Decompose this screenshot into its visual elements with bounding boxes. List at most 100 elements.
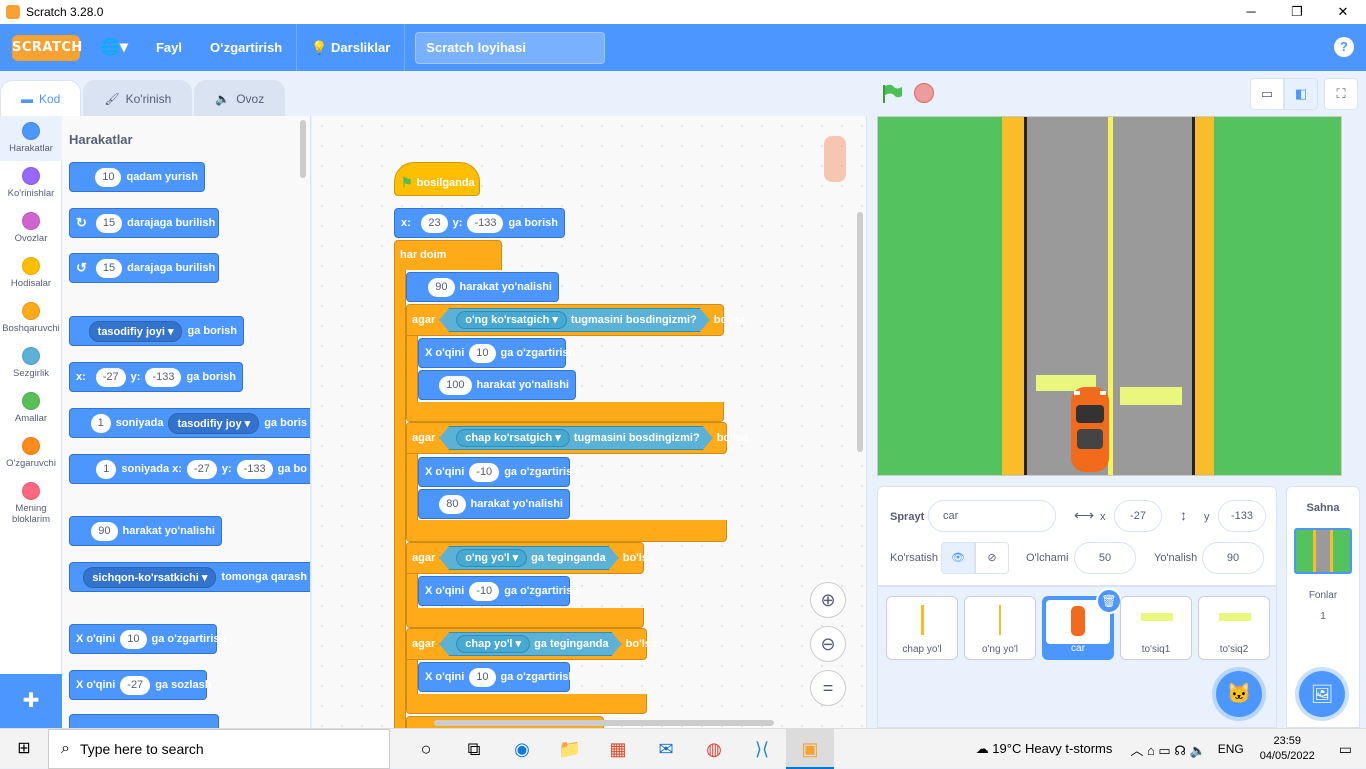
- category-sensing[interactable]: Sezgirlik: [0, 341, 62, 386]
- block-dropdown[interactable]: tasodifiy joyi ▾: [88, 320, 183, 342]
- go-to-block[interactable]: tasodifiy joyi ▾ ga borish: [69, 316, 244, 346]
- file-menu[interactable]: Fayl: [142, 24, 196, 71]
- mail-icon[interactable]: ✉: [642, 729, 690, 769]
- block-input[interactable]: 15: [95, 213, 123, 233]
- point-direction-block[interactable]: 80 harakat yo'nalishi: [418, 489, 570, 519]
- block-input[interactable]: -10: [469, 462, 500, 482]
- key-dropdown[interactable]: o'ng ko'rsatgich ▾: [456, 311, 567, 329]
- change-x-block[interactable]: X o'qini 10 ga o'zgartirish: [69, 624, 226, 654]
- direction-input[interactable]: 90: [1202, 542, 1264, 574]
- workspace-horizontal-scrollbar[interactable]: [434, 720, 774, 726]
- glide-xy-block[interactable]: 1 soniyada x: -27 y: -133 ga bo: [69, 454, 310, 484]
- size-input[interactable]: 50: [1074, 542, 1136, 574]
- category-motion[interactable]: Harakatlar: [0, 116, 62, 161]
- set-x-block[interactable]: X o'qini -27 ga sozlash: [69, 670, 211, 700]
- show-eye-icon[interactable]: 👁: [941, 542, 975, 574]
- minimize-button[interactable]: ─: [1228, 0, 1274, 24]
- sprite-thumb-car[interactable]: car 🗑: [1042, 588, 1122, 660]
- block-input[interactable]: -27: [95, 367, 126, 387]
- glide-block[interactable]: 1 soniyada tasodifiy joy ▾ ga boris: [69, 408, 310, 438]
- point-direction-block[interactable]: 100 harakat yo'nalishi: [418, 370, 576, 400]
- add-backdrop-icon[interactable]: 🖼: [1299, 671, 1345, 717]
- zoom-reset-icon[interactable]: =: [810, 670, 846, 706]
- key-pressed-sensor[interactable]: o'ng ko'rsatgich ▾ tugmasini bosdingizmi?: [439, 308, 710, 332]
- touching-sensor[interactable]: o'ng yo'l ▾ ga teginganda: [439, 546, 618, 570]
- script-workspace[interactable]: ⚑ bosilganda x: 23 y: -133 ga borish har doim…: [312, 116, 867, 728]
- category-sound[interactable]: Ovozlar: [0, 206, 62, 251]
- store-icon[interactable]: ▦: [594, 729, 642, 769]
- workspace-vertical-scrollbar[interactable]: [857, 212, 863, 452]
- change-x-block[interactable]: X o'qini -10 ga o'zgartirish: [418, 576, 579, 606]
- block-input[interactable]: 23: [421, 213, 448, 233]
- chrome-icon[interactable]: ◍: [690, 729, 738, 769]
- block-input[interactable]: -133: [145, 367, 182, 387]
- sprite-thumb-chap-yol[interactable]: chap yo'l: [886, 596, 958, 660]
- add-extension-icon[interactable]: ✚: [0, 674, 62, 728]
- help-icon[interactable]: ?: [1334, 37, 1354, 57]
- hide-eye-icon[interactable]: ⊘: [975, 542, 1009, 574]
- sprite-name-input[interactable]: car: [928, 500, 1056, 532]
- block-input[interactable]: 10: [95, 167, 122, 187]
- block-input[interactable]: 80: [439, 494, 466, 514]
- edit-menu[interactable]: O‘zgartirish: [196, 24, 296, 71]
- add-sprite-icon[interactable]: 🐱: [1216, 671, 1262, 717]
- green-flag-icon[interactable]: [881, 84, 903, 104]
- sprite-thumb-ong-yol[interactable]: o'ng yo'l: [964, 596, 1036, 660]
- block-input[interactable]: -27: [186, 459, 217, 479]
- maximize-button[interactable]: ❐: [1274, 0, 1320, 24]
- palette-block-partial[interactable]: [69, 714, 219, 728]
- normal-stage-icon[interactable]: ◧: [1284, 78, 1318, 110]
- object-dropdown[interactable]: o'ng yo'l ▾: [456, 549, 527, 567]
- category-my-blocks[interactable]: Mening bloklarim: [0, 476, 62, 525]
- file-explorer-icon[interactable]: 📁: [546, 729, 594, 769]
- block-input[interactable]: -133: [236, 459, 273, 479]
- block-input[interactable]: 10: [120, 629, 147, 649]
- object-dropdown[interactable]: chap yo'l ▾: [456, 635, 530, 653]
- block-dropdown[interactable]: sichqon-ko'rsatkichi ▾: [83, 566, 217, 588]
- notification-icon[interactable]: ▭: [1325, 741, 1366, 758]
- change-x-block[interactable]: X o'qini -10 ga o'zgartirish: [418, 457, 579, 487]
- tab-code[interactable]: ▬ Kod: [0, 80, 82, 116]
- clock[interactable]: 23:59 04/05/2022: [1250, 734, 1325, 764]
- block-input[interactable]: 100: [439, 375, 472, 395]
- tray-icons[interactable]: ︿ ⌂ ▭ ☊ 🔈: [1124, 740, 1211, 759]
- block-input[interactable]: -133: [467, 213, 504, 233]
- task-view-icon[interactable]: ⧉: [450, 729, 498, 769]
- block-input[interactable]: 15: [95, 258, 123, 278]
- cortana-icon[interactable]: ○: [402, 729, 450, 769]
- language-indicator[interactable]: ENG: [1212, 742, 1250, 756]
- block-input[interactable]: 90: [428, 277, 455, 297]
- vscode-icon[interactable]: ⟩⟨: [738, 729, 786, 769]
- edge-icon[interactable]: ◉: [498, 729, 546, 769]
- small-stage-icon[interactable]: ▭: [1250, 78, 1284, 110]
- touching-sensor[interactable]: chap yo'l ▾ ga teginganda: [439, 632, 621, 656]
- block-input[interactable]: 90: [91, 521, 118, 541]
- start-icon[interactable]: ⊞: [0, 729, 48, 769]
- sprite-thumb-tosiq1[interactable]: to'siq1: [1120, 596, 1192, 660]
- stop-icon[interactable]: [914, 83, 934, 103]
- scratch-logo[interactable]: SCRATCH: [12, 34, 82, 61]
- stage-canvas[interactable]: [877, 116, 1342, 476]
- category-variables[interactable]: O'zgaruvchi: [0, 431, 62, 476]
- category-looks[interactable]: Ko'rinishlar: [0, 161, 62, 206]
- y-position-input[interactable]: -133: [1218, 500, 1266, 532]
- block-dropdown[interactable]: tasodifiy joy ▾: [168, 412, 260, 434]
- go-to-xy-block[interactable]: x: 23 y: -133 ga borish: [394, 208, 565, 238]
- category-operators[interactable]: Amallar: [0, 386, 62, 431]
- fullscreen-icon[interactable]: ⛶: [1324, 78, 1358, 110]
- block-input[interactable]: 10: [469, 343, 496, 363]
- scratch-taskbar-icon[interactable]: ▣: [786, 728, 834, 769]
- category-control[interactable]: Boshqaruvchi: [0, 296, 62, 341]
- project-title-input[interactable]: Scratch loyihasi: [415, 31, 606, 64]
- key-dropdown[interactable]: chap ko'rsatgich ▾: [456, 429, 570, 447]
- zoom-out-icon[interactable]: ⊖: [810, 626, 846, 662]
- language-globe-icon[interactable]: 🌐▾: [80, 24, 142, 71]
- key-pressed-sensor[interactable]: chap ko'rsatgich ▾ tugmasini bosdingizmi?: [439, 426, 712, 450]
- tab-costumes[interactable]: 🖌 Ko'rinish: [83, 80, 193, 116]
- x-position-input[interactable]: -27: [1114, 500, 1162, 532]
- change-x-block[interactable]: X o'qini 10 ga o'zgartirish: [418, 338, 575, 368]
- sprite-thumb-tosiq2[interactable]: to'siq2: [1198, 596, 1270, 660]
- close-button[interactable]: ✕: [1320, 0, 1366, 24]
- block-input[interactable]: 1: [90, 413, 111, 433]
- block-input[interactable]: 10: [469, 667, 496, 687]
